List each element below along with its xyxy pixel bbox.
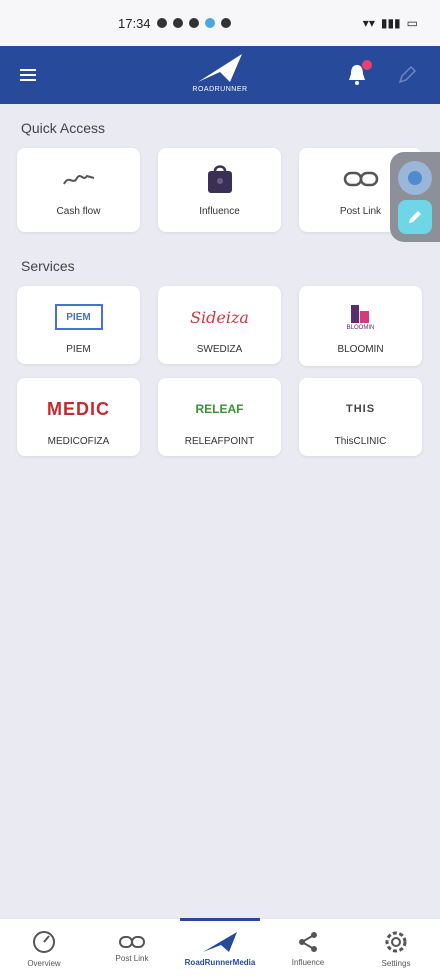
nav-influence[interactable]: Influence — [264, 919, 352, 978]
quick-access-label: Cash flow — [56, 206, 101, 217]
status-bar: 17:34 ▾▾ ▮▮▮ ▭ — [0, 0, 440, 46]
quick-edit-button[interactable] — [398, 199, 432, 234]
service-card-swediza[interactable]: Sideiza SWEDIZA — [158, 286, 281, 364]
nav-label: Influence — [291, 958, 325, 967]
notification-badge — [362, 60, 372, 70]
gear-icon — [385, 931, 407, 953]
floating-action-panel — [390, 152, 440, 242]
swediza-logo: Sideiza — [190, 307, 249, 327]
status-time: 17:34 — [118, 15, 151, 31]
bottom-navigation: Overview Post Link RoadRunnerMedia Influ… — [0, 918, 440, 978]
status-left: 17:34 — [118, 16, 231, 31]
nav-roadrunner-media[interactable]: RoadRunnerMedia — [176, 918, 264, 978]
service-label: PIEM — [66, 344, 91, 355]
notifications-button[interactable] — [346, 60, 372, 88]
nav-overview[interactable]: Overview — [0, 919, 88, 978]
cash-flow-icon — [62, 174, 94, 185]
pencil-icon — [398, 65, 417, 84]
app-bar: ROADRUNNER — [0, 46, 440, 104]
service-label: MEDICOFIZA — [47, 436, 110, 447]
service-card-releafpoint[interactable]: RELEAF RELEAFPOINT — [158, 378, 281, 456]
medic-logo: MEDIC — [47, 398, 110, 419]
pencil-icon — [409, 210, 421, 223]
roadrunner-logo-icon — [203, 932, 237, 952]
releaf-logo: RELEAF — [195, 402, 244, 416]
lock-icon — [220, 18, 231, 28]
status-right: ▾▾ ▮▮▮ ▭ — [363, 16, 418, 30]
service-card-piem[interactable]: PIEM PIEM — [17, 286, 140, 364]
quick-access-cash-flow[interactable]: Cash flow — [17, 148, 140, 232]
dashboard-icon — [33, 931, 55, 953]
service-card-bloomin[interactable]: BLOOMIN BLOOMIN — [299, 286, 422, 366]
notification-icon — [156, 18, 167, 28]
service-label: RELEAFPOINT — [184, 436, 255, 447]
assistant-button[interactable] — [398, 160, 432, 195]
quick-access-influence[interactable]: Influence — [158, 148, 281, 232]
edit-button[interactable] — [392, 60, 422, 90]
nav-label: Overview — [27, 959, 61, 968]
link-icon — [119, 936, 145, 948]
quick-access-title: Quick Access — [21, 120, 106, 136]
share-icon — [299, 932, 317, 952]
service-card-thisclinic[interactable]: THIS ThisCLINIC — [299, 378, 422, 456]
roadrunner-logo-icon — [198, 54, 242, 82]
bloomin-logo-text: BLOOMIN — [346, 325, 375, 331]
link-icon — [343, 171, 378, 187]
send-icon — [172, 18, 183, 28]
whatsapp-icon — [188, 18, 199, 28]
battery-icon: ▭ — [406, 16, 418, 30]
nav-label: Settings — [381, 959, 411, 968]
thisclinic-logo: THIS — [345, 403, 376, 415]
services-title: Services — [21, 258, 75, 274]
service-label: ThisCLINIC — [334, 436, 387, 447]
compass-icon — [408, 170, 422, 185]
piem-logo: PIEM — [54, 304, 103, 330]
influence-bag-icon — [207, 165, 232, 193]
logo-text: ROADRUNNER — [192, 86, 248, 93]
bloomin-logo-icon — [351, 305, 370, 323]
service-label: BLOOMIN — [337, 344, 384, 355]
nav-label: RoadRunnerMedia — [184, 958, 256, 967]
nav-settings[interactable]: Settings — [352, 919, 440, 978]
quick-access-label: Post Link — [339, 206, 382, 217]
menu-button[interactable] — [0, 46, 56, 104]
hamburger-icon — [20, 69, 36, 81]
wifi-icon: ▾▾ — [362, 16, 375, 30]
app-notification-icon — [204, 18, 215, 28]
nav-post-link[interactable]: Post Link — [88, 919, 176, 978]
service-label: SWEDIZA — [196, 344, 243, 355]
quick-access-label: Influence — [199, 206, 240, 217]
nav-label: Post Link — [115, 954, 149, 963]
app-logo: ROADRUNNER — [190, 52, 250, 98]
service-card-medicofiza[interactable]: MEDIC MEDICOFIZA — [17, 378, 140, 456]
signal-icon: ▮▮▮ — [380, 16, 401, 30]
